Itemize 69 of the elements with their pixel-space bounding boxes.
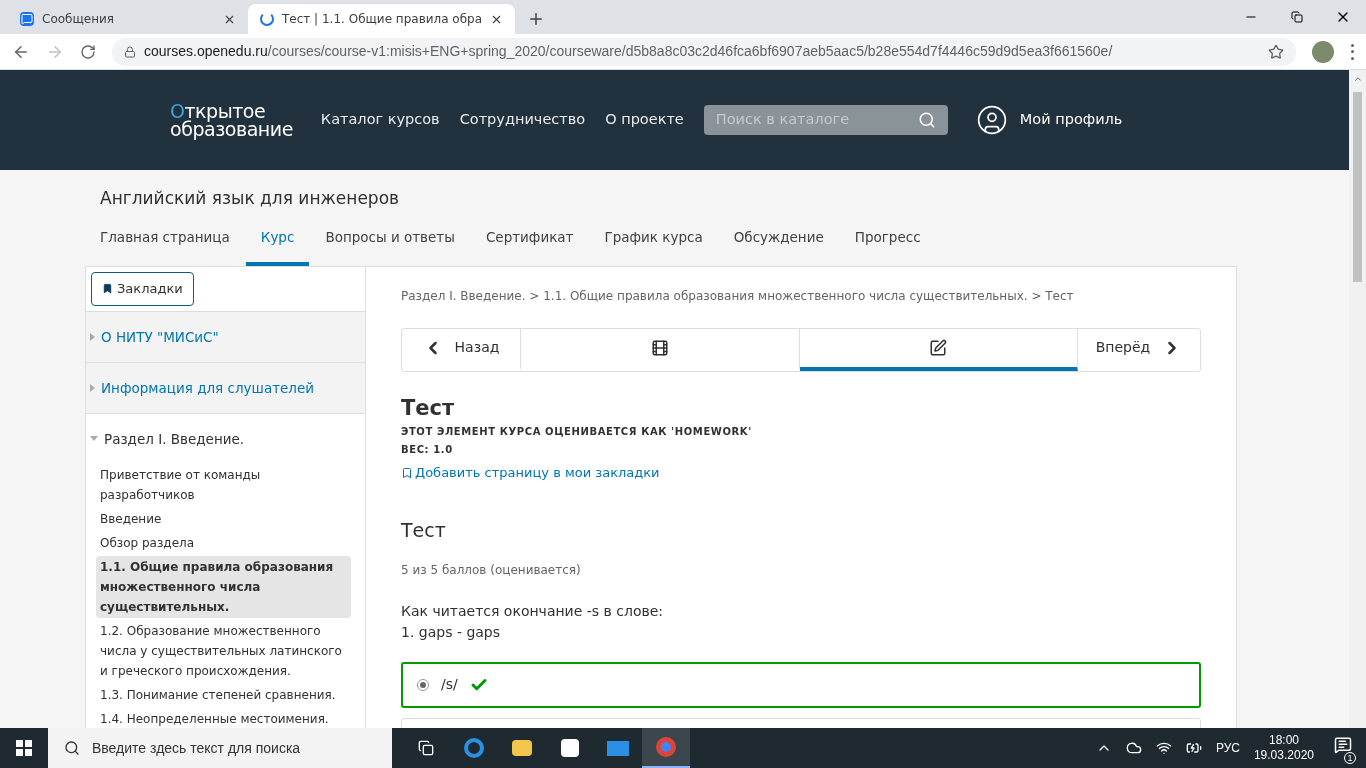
- scrollbar[interactable]: [1349, 70, 1366, 728]
- subsection-link[interactable]: 1.2. Образование множественного числа у существительных латинского и греческого происхождения.: [96, 619, 351, 682]
- chrome-icon[interactable]: [642, 728, 690, 768]
- profile-avatar[interactable]: [1312, 40, 1334, 63]
- cloud-icon[interactable]: [1125, 740, 1142, 756]
- weight-label: ВЕС: 1.0: [401, 442, 454, 457]
- section-heading[interactable]: Информация для слушателей: [86, 362, 365, 413]
- menu-icon[interactable]: [1350, 43, 1354, 60]
- edit-icon: [929, 338, 948, 357]
- breadcrumb: Раздел I. Введение. > 1.1. Общие правила образования множественного числа существительных. > Тест: [401, 287, 1075, 305]
- caret-icon: [90, 332, 95, 341]
- caret-icon: [90, 383, 95, 392]
- scroll-up-icon[interactable]: [1352, 74, 1363, 84]
- course-tab[interactable]: Вопросы и ответы: [310, 221, 470, 266]
- bookmark-icon: [401, 466, 413, 479]
- question-text: Как читается окончание -s в слове:: [401, 601, 665, 621]
- subsection-link[interactable]: Приветствие от команды разработчиков: [96, 463, 351, 506]
- notification-icon: [1334, 736, 1352, 754]
- browser-tab[interactable]: Тест | 1.1. Общие правила обра: [248, 4, 516, 34]
- film-icon: [650, 338, 669, 357]
- subsection-link[interactable]: 1.1. Общие правила образования множественного числа существительных.: [96, 555, 351, 618]
- taskbar-search-field[interactable]: Введите здесь текст для поиска: [48, 728, 392, 768]
- language-indicator[interactable]: РУС: [1215, 739, 1240, 757]
- answer-option[interactable]: /s/: [401, 661, 1201, 708]
- add-bookmark-link[interactable]: Добавить страницу в мои закладки: [401, 462, 660, 483]
- subsection-link[interactable]: Введение: [96, 507, 351, 530]
- course-title: Английский язык для инженеров: [99, 187, 401, 210]
- reload-icon[interactable]: [80, 43, 96, 60]
- problem-title: Тест: [401, 518, 447, 544]
- bookmark-icon: [102, 283, 113, 295]
- task-view-icon[interactable]: [418, 740, 434, 756]
- wifi-icon[interactable]: [1155, 740, 1172, 756]
- site-logo[interactable]: Открытое образование: [170, 102, 293, 138]
- next-button[interactable]: Вперёд: [1078, 328, 1200, 371]
- nav-link[interactable]: О проекте: [605, 109, 684, 131]
- previous-button[interactable]: Назад: [402, 328, 521, 371]
- course-tab[interactable]: Сертификат: [470, 221, 589, 266]
- search-icon[interactable]: [917, 111, 936, 129]
- address-bar[interactable]: courses.openedu.ru/courses/course-v1:misis+ENG+spring_2020/courseware/d5b8a8c03c2d46fca6bf6907aeb5aac5/b28e554d7f4446c59d9d5ea3f661560e/: [112, 37, 1296, 66]
- clock[interactable]: 18:00 19.03.2020: [1253, 733, 1314, 763]
- section-heading[interactable]: О НИТУ "МИСиС": [86, 311, 365, 362]
- user-icon[interactable]: [975, 104, 1008, 136]
- restore-icon: [1291, 11, 1303, 23]
- profile-link[interactable]: Мой профиль: [1019, 109, 1123, 131]
- section-heading[interactable]: Раздел I. Введение.: [86, 413, 365, 464]
- notifications-button[interactable]: 1: [1328, 732, 1358, 764]
- grading-note: ЭТОТ ЭЛЕМЕНТ КУРСА ОЦЕНИВАЕТСЯ КАК 'HOMEWORK': [401, 424, 753, 439]
- course-tab[interactable]: Главная страница: [100, 221, 245, 266]
- problem-unit-tab[interactable]: [799, 328, 1078, 371]
- scrollbar-thumb[interactable]: [1353, 92, 1362, 282]
- bookmarks-button[interactable]: Закладки: [91, 271, 194, 306]
- caret-icon: [90, 436, 98, 442]
- lock-icon: [124, 45, 136, 58]
- nav-link[interactable]: Сотрудничество: [459, 109, 586, 131]
- course-tab[interactable]: Обсуждение: [718, 221, 839, 266]
- chat-icon: [20, 12, 34, 26]
- star-icon[interactable]: [1268, 43, 1284, 60]
- course-tab[interactable]: График курса: [589, 221, 718, 266]
- subsection-link[interactable]: 1.3. Понимание степеней сравнения.: [96, 683, 351, 706]
- browser-tab[interactable]: Сообщения: [8, 4, 248, 34]
- problem-score: 5 из 5 баллов (оценивается): [401, 561, 582, 579]
- question-text: 1. gaps - gaps: [401, 622, 502, 642]
- nav-link[interactable]: Каталог курсов: [320, 109, 440, 131]
- subsection-link[interactable]: Обзор раздела: [96, 531, 351, 554]
- search-icon: [64, 740, 80, 756]
- battery-icon[interactable]: [1185, 740, 1202, 756]
- course-tab[interactable]: Прогресс: [839, 221, 936, 266]
- unit-title: Тест: [401, 397, 456, 419]
- subsection-link[interactable]: 1.4. Неопределенные местоимения.: [96, 707, 351, 728]
